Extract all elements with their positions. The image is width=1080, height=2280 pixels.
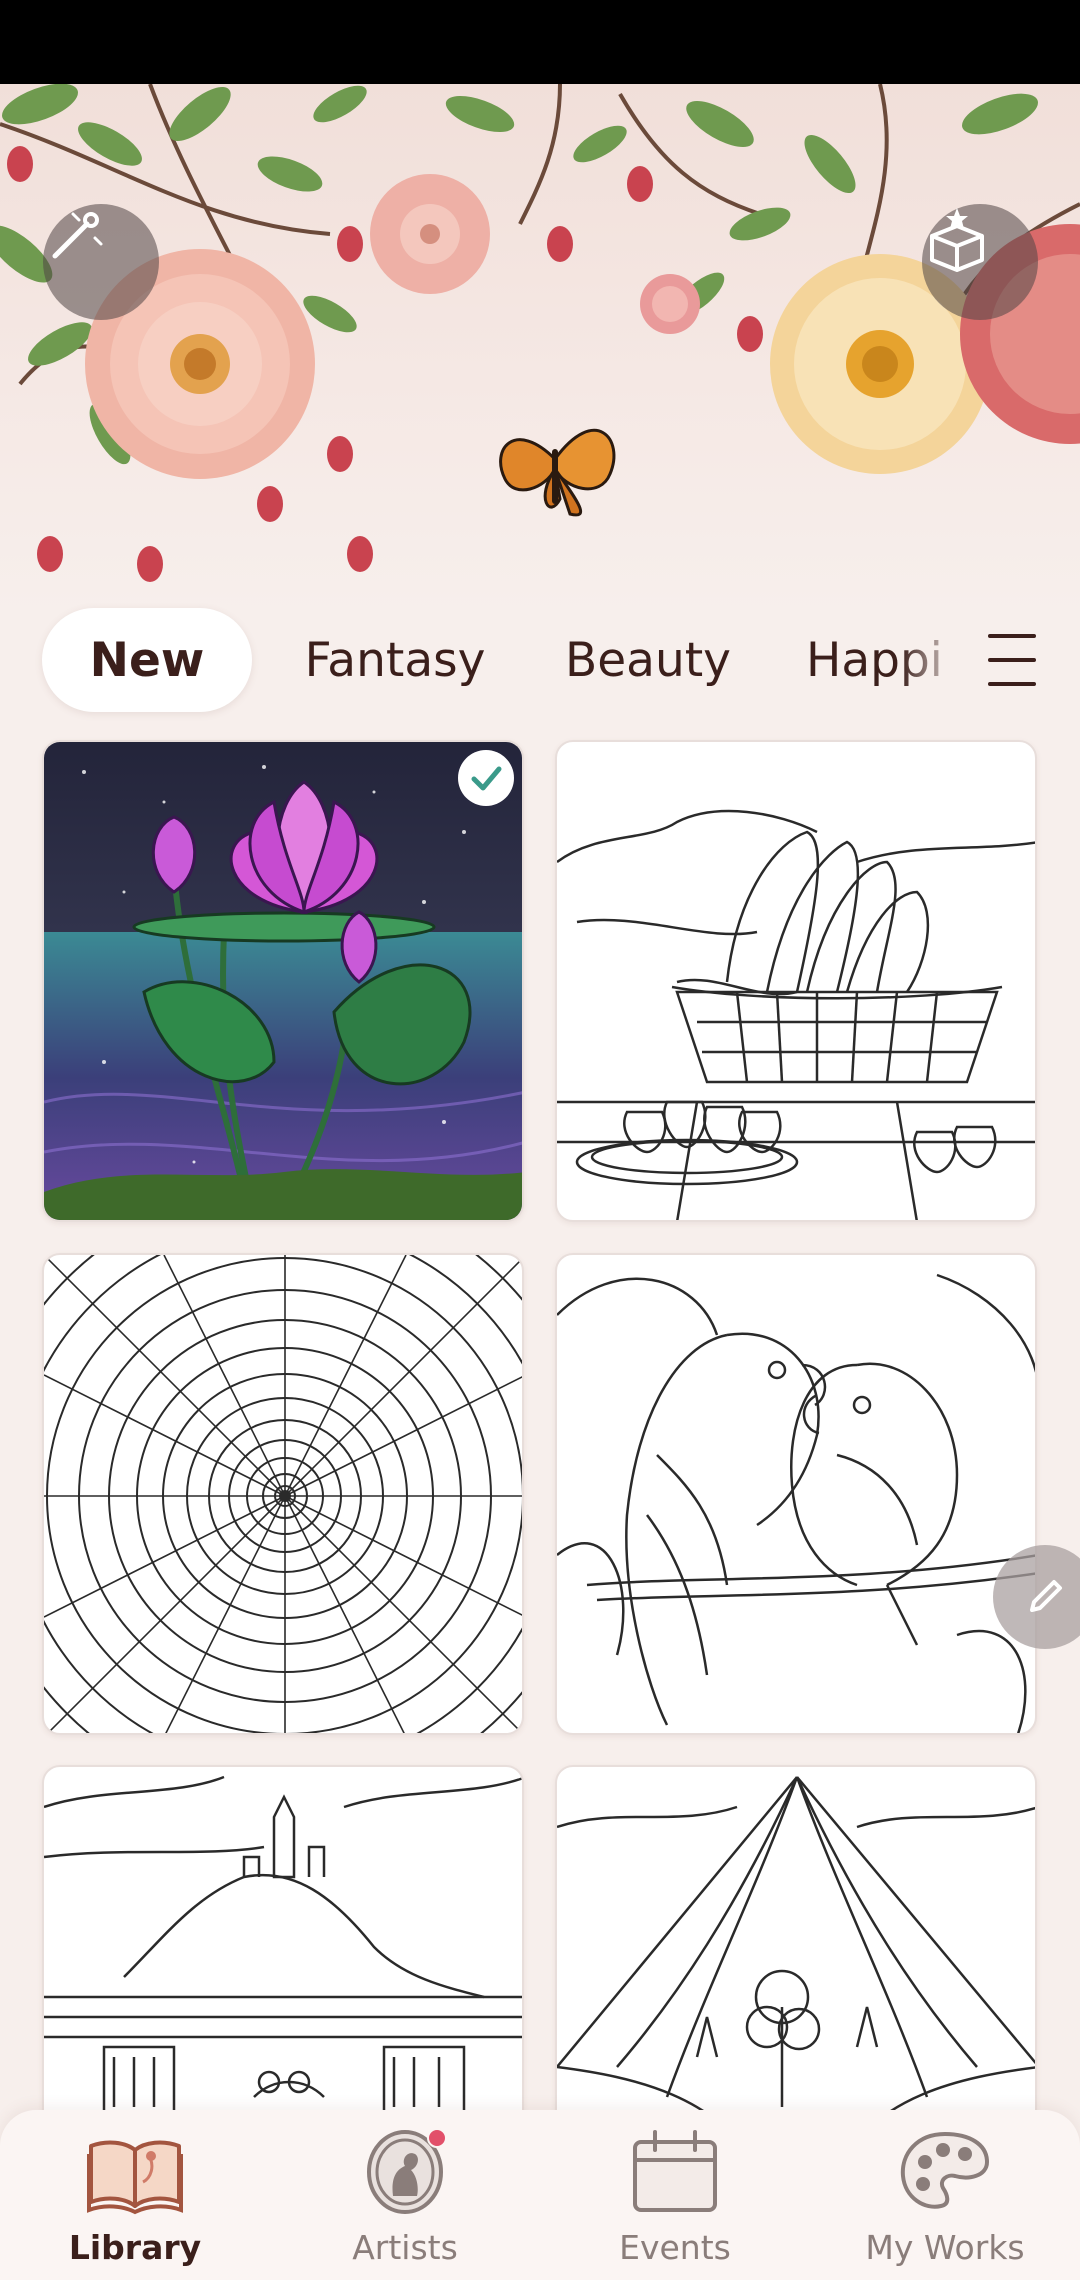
artwork-card-circular-mandala[interactable] xyxy=(42,1253,524,1735)
menu-icon-line xyxy=(988,658,1036,662)
gift-box-icon xyxy=(930,208,984,272)
parrots-artwork xyxy=(557,1273,1035,1733)
category-menu-button[interactable] xyxy=(982,628,1042,692)
artist-portrait-icon xyxy=(355,2126,455,2216)
artwork-card-island-castle[interactable] xyxy=(42,1765,524,2165)
check-icon xyxy=(471,766,502,791)
open-book-icon xyxy=(85,2126,185,2216)
tab-beauty[interactable]: Beauty xyxy=(548,608,748,712)
artwork-card-tent-view[interactable] xyxy=(555,1765,1037,2165)
palette-icon xyxy=(895,2126,995,2216)
bottom-navigation: Library Artists Events My Works xyxy=(0,2110,1080,2280)
nav-artists[interactable]: Artists xyxy=(275,2126,535,2276)
nav-library[interactable]: Library xyxy=(5,2126,265,2276)
floral-illustration xyxy=(0,84,1080,582)
nav-label-events: Events xyxy=(619,2228,731,2267)
status-bar xyxy=(0,0,1080,84)
menu-icon-line xyxy=(988,634,1036,638)
circular-mandala-artwork xyxy=(44,1255,522,1733)
tent-view-artwork xyxy=(557,1776,1035,2163)
completed-check-badge xyxy=(458,750,514,806)
magic-wand-button[interactable] xyxy=(43,204,159,320)
nav-events[interactable]: Events xyxy=(545,2126,805,2276)
nav-label-artists: Artists xyxy=(352,2228,458,2267)
artwork-card-lotus-night[interactable] xyxy=(42,740,524,1222)
tabs-fade xyxy=(900,608,990,712)
butterfly-illustration xyxy=(499,428,616,517)
tab-fantasy[interactable]: Fantasy xyxy=(290,608,500,712)
calendar-icon xyxy=(625,2126,725,2216)
banana-basket-artwork xyxy=(557,809,1035,1220)
category-tabs: New Fantasy Beauty Happi xyxy=(0,600,1080,718)
island-castle-artwork xyxy=(44,1775,522,2117)
menu-icon-line xyxy=(988,682,1036,686)
magic-wand-icon xyxy=(52,212,103,259)
nav-my-works[interactable]: My Works xyxy=(815,2126,1075,2276)
lotus-night-artwork xyxy=(44,742,522,1220)
tab-new[interactable]: New xyxy=(42,608,252,712)
notification-dot xyxy=(427,2128,447,2148)
floral-header xyxy=(0,84,1080,614)
artwork-card-parrots[interactable] xyxy=(555,1253,1037,1735)
nav-label-my-works: My Works xyxy=(865,2228,1025,2267)
pencil-icon xyxy=(1030,1580,1062,1612)
artwork-card-banana-basket[interactable] xyxy=(555,740,1037,1222)
nav-label-library: Library xyxy=(68,2228,202,2267)
gift-box-button[interactable] xyxy=(922,204,1038,320)
